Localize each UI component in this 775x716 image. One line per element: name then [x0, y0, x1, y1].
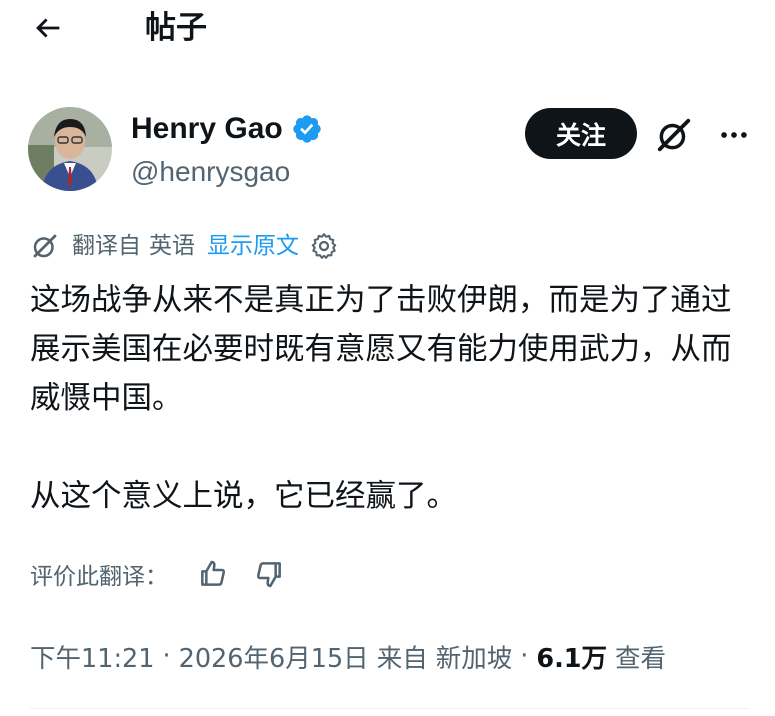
more-options-button[interactable] [712, 113, 756, 157]
post-paragraph-1: 这场战争从来不是真正为了击败伊朗，而是为了通过展示美国在必要时既有意愿又有能力使… [30, 283, 732, 416]
gear-icon[interactable] [309, 231, 339, 261]
post-paragraph-2: 从这个意义上说，它已经赢了。 [30, 479, 457, 514]
rate-translation-label: 评价此翻译： [30, 564, 168, 590]
post-location: 新加坡 [435, 643, 513, 674]
author-handle[interactable]: @henrysgao [131, 154, 290, 190]
follow-button[interactable]: 关注 [525, 108, 637, 159]
post-date[interactable]: 2026年6月15日 [179, 638, 369, 675]
avatar[interactable] [28, 107, 112, 191]
posted-from-label: 来自 [376, 643, 428, 674]
grok-button[interactable] [652, 113, 696, 157]
thumbs-up-icon [201, 560, 226, 586]
views-count[interactable]: 6.1万 [536, 638, 607, 675]
meta-separator: · [162, 641, 171, 671]
views-label[interactable]: 查看 [615, 638, 666, 675]
author-name-row: Henry Gao [131, 108, 323, 150]
thumbs-down-icon [256, 562, 281, 588]
verified-badge-icon [293, 115, 321, 143]
page-title: 帖子 [145, 10, 207, 46]
grok-icon [657, 118, 691, 152]
post-page: 帖子 Henry Gao @henrysgao 关注 翻译自 英语 显示原文 这… [0, 0, 775, 716]
avatar-image [28, 107, 112, 191]
post-time[interactable]: 下午11:21 [30, 638, 155, 675]
post-meta: 下午11:21 · 2026年6月15日 来自 新加坡 · 6.1万 查看 [30, 636, 666, 676]
arrow-left-icon [36, 18, 60, 38]
display-name[interactable]: Henry Gao [131, 108, 283, 150]
back-button[interactable] [28, 10, 68, 46]
translated-from-label: 翻译自 [72, 233, 141, 259]
meta-separator: · [520, 641, 529, 671]
grok-translate-icon [33, 234, 57, 258]
source-language: 英语 [149, 233, 195, 259]
thumbs-down-button[interactable] [252, 557, 286, 591]
more-dots-icon [721, 132, 747, 138]
divider [30, 708, 750, 709]
translation-bar: 翻译自 英语 显示原文 [30, 229, 339, 263]
show-original-link[interactable]: 显示原文 [207, 229, 299, 263]
thumbs-up-button[interactable] [196, 557, 230, 591]
rate-translation-row: 评价此翻译： [30, 556, 286, 592]
post-text: 这场战争从来不是真正为了击败伊朗，而是为了通过展示美国在必要时既有意愿又有能力使… [30, 276, 750, 521]
